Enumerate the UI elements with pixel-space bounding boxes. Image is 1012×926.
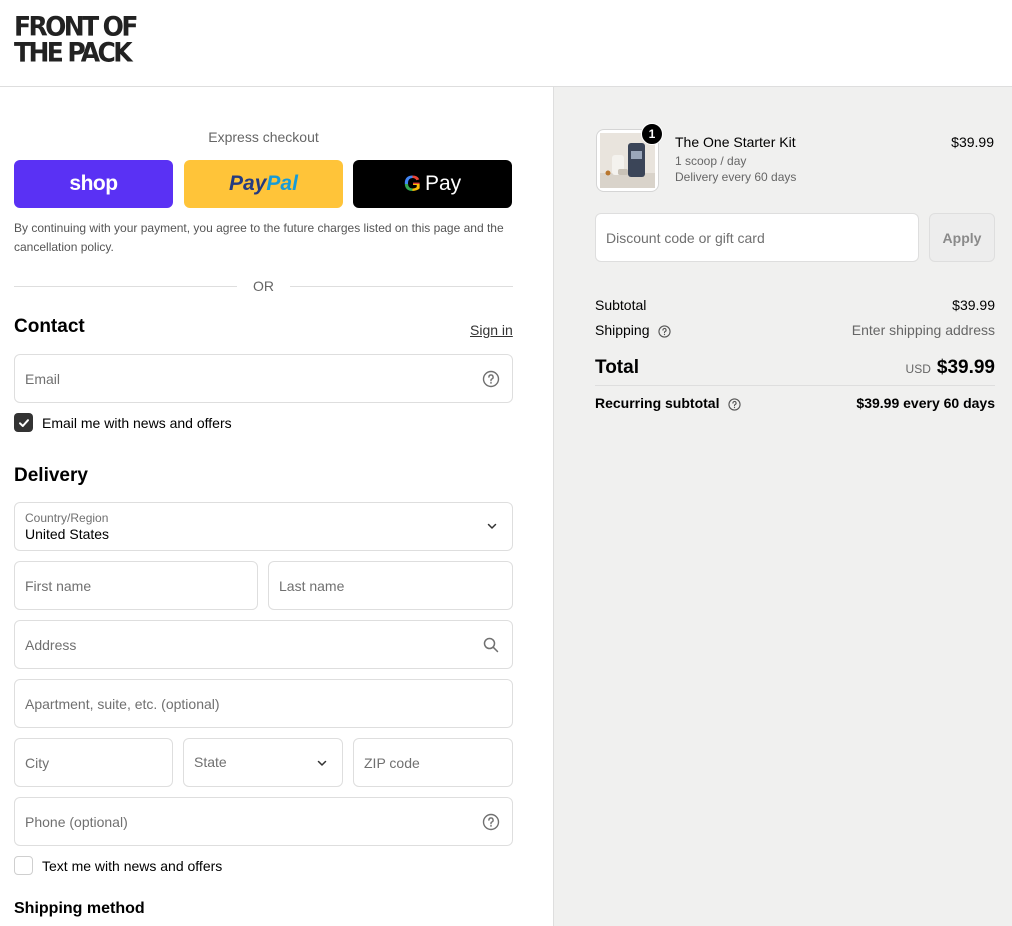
- email-field[interactable]: Email: [14, 354, 513, 403]
- email-news-checkbox[interactable]: [14, 413, 33, 432]
- brand-logo[interactable]: FRONT OF THE PACK: [14, 13, 138, 68]
- sms-news-checkbox-row[interactable]: Text me with news and offers: [14, 856, 222, 875]
- shipping-method-title: Shipping method: [14, 900, 145, 917]
- zip-field[interactable]: ZIP code: [353, 738, 513, 787]
- or-label: OR: [253, 278, 274, 294]
- subtotal-row: Subtotal $39.99: [595, 297, 995, 313]
- apartment-placeholder: Apartment, suite, etc. (optional): [25, 696, 220, 712]
- contact-title: Contact: [14, 316, 85, 337]
- phone-placeholder: Phone (optional): [25, 814, 128, 830]
- city-field[interactable]: City: [14, 738, 173, 787]
- recurring-subtotal-row: Recurring subtotal $39.99 every 60 days: [595, 395, 995, 411]
- question-icon[interactable]: [728, 398, 741, 411]
- quantity-badge: 1: [641, 123, 663, 145]
- question-icon[interactable]: [658, 325, 672, 338]
- help-circle-icon[interactable]: [482, 813, 500, 831]
- last-name-field[interactable]: Last name: [268, 561, 513, 610]
- subtotal-value: $39.99: [952, 297, 995, 313]
- currency-code: USD: [905, 362, 931, 376]
- product-name: The One Starter Kit: [675, 134, 796, 150]
- check-icon: [18, 418, 29, 427]
- state-select[interactable]: State: [183, 738, 343, 787]
- google-g-icon: G: [403, 171, 421, 196]
- summary-divider: [595, 385, 995, 386]
- help-circle-icon[interactable]: [482, 370, 500, 388]
- total-label: Total: [595, 357, 639, 378]
- shipping-row: Shipping Enter shipping address: [595, 322, 995, 338]
- address-placeholder: Address: [25, 637, 77, 653]
- shipping-label: Shipping: [595, 322, 650, 338]
- or-divider: OR: [14, 276, 513, 296]
- zip-placeholder: ZIP code: [364, 755, 420, 771]
- logo-line-2: THE PACK: [14, 37, 133, 68]
- email-news-label: Email me with news and offers: [42, 414, 232, 431]
- express-checkout-title: Express checkout: [208, 129, 319, 145]
- product-price: $39.99: [951, 134, 994, 150]
- last-name-placeholder: Last name: [279, 578, 345, 594]
- shipping-value: Enter shipping address: [851, 322, 995, 338]
- address-field[interactable]: Address: [14, 620, 513, 669]
- product-delivery-frequency: Delivery every 60 days: [675, 170, 797, 184]
- total-amount: $39.99: [936, 357, 995, 378]
- paypal-label-pay: Pay: [229, 172, 267, 195]
- chevron-down-icon: [487, 523, 497, 529]
- state-placeholder: State: [194, 754, 227, 770]
- shop-pay-label: shop: [69, 172, 118, 195]
- site-header: FRONT OF THE PACK: [0, 0, 1012, 87]
- phone-field[interactable]: Phone (optional): [14, 797, 513, 846]
- express-terms-text: By continuing with your payment, you agr…: [14, 221, 504, 254]
- chevron-down-icon: [317, 760, 327, 766]
- email-news-checkbox-row[interactable]: Email me with news and offers: [14, 413, 232, 432]
- discount-placeholder: Discount code or gift card: [606, 230, 765, 246]
- paypal-label-pal: Pal: [266, 172, 298, 195]
- subtotal-label: Subtotal: [595, 297, 647, 313]
- search-icon[interactable]: [482, 636, 500, 654]
- recurring-subtotal-label: Recurring subtotal: [595, 395, 720, 411]
- email-placeholder: Email: [25, 371, 61, 387]
- apply-discount-button[interactable]: Apply: [929, 213, 995, 262]
- country-label: Country/Region: [25, 511, 109, 525]
- total-row: Total USD $39.99: [595, 357, 995, 379]
- google-pay-label: Pay: [424, 172, 462, 195]
- sms-news-checkbox[interactable]: [14, 856, 33, 875]
- first-name-field[interactable]: First name: [14, 561, 258, 610]
- checkout-form-panel: Express checkout shop Pay Pal G Pay By co…: [0, 87, 553, 926]
- apartment-field[interactable]: Apartment, suite, etc. (optional): [14, 679, 513, 728]
- country-select[interactable]: Country/Region United States: [14, 502, 513, 551]
- city-placeholder: City: [25, 755, 50, 771]
- shop-pay-button[interactable]: shop: [14, 160, 173, 208]
- google-pay-button[interactable]: G Pay: [353, 160, 512, 208]
- order-summary-panel: 1 The One Starter Kit 1 scoop / day Deli…: [553, 87, 1012, 926]
- product-option: 1 scoop / day: [675, 154, 747, 168]
- or-line-right: [290, 285, 513, 287]
- recurring-subtotal-value: $39.99 every 60 days: [856, 395, 995, 411]
- delivery-title: Delivery: [14, 465, 88, 486]
- country-value: United States: [25, 526, 110, 542]
- or-line-left: [14, 285, 237, 287]
- paypal-button[interactable]: Pay Pal: [184, 160, 343, 208]
- discount-input[interactable]: Discount code or gift card: [595, 213, 919, 262]
- first-name-placeholder: First name: [25, 578, 92, 594]
- sign-in-link[interactable]: Sign in: [470, 322, 513, 338]
- sms-news-label: Text me with news and offers: [42, 857, 223, 874]
